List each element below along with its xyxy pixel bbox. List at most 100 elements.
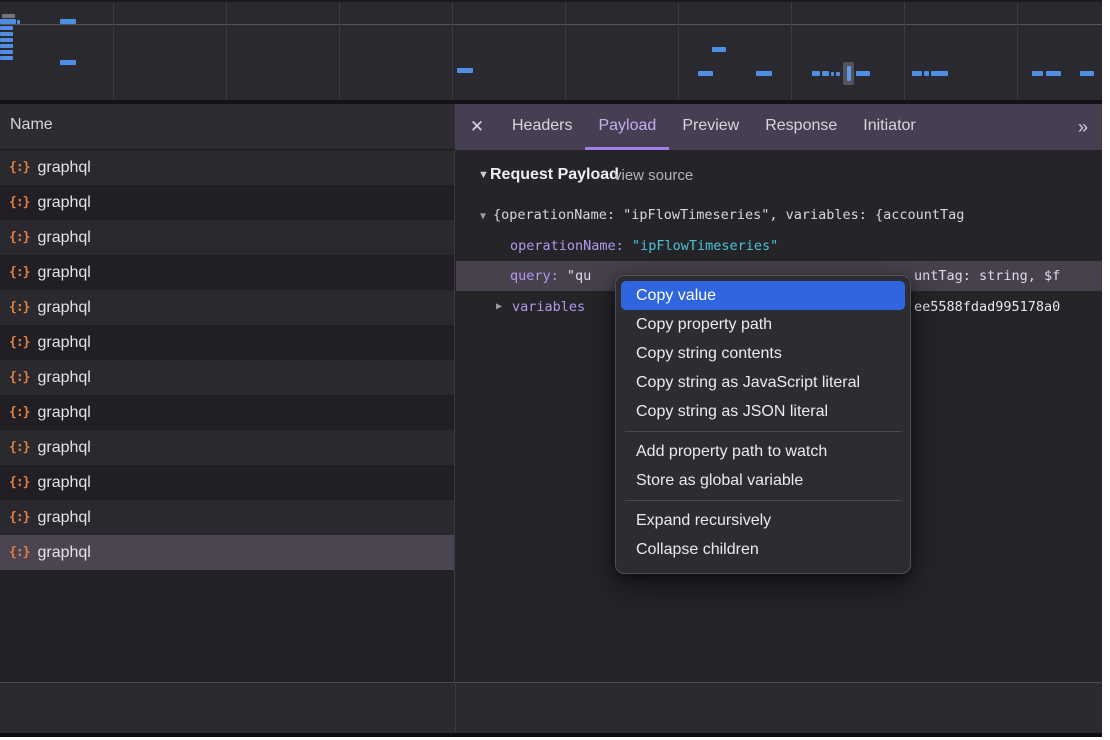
json-braces-icon: {:}	[9, 300, 29, 315]
json-braces-icon: {:}	[9, 475, 29, 490]
json-braces-icon: {:}	[9, 230, 29, 245]
variables-expand-toggle[interactable]: ▶	[496, 301, 502, 312]
table-row[interactable]: {:} graphql	[0, 500, 454, 535]
request-name-label: graphql	[37, 439, 90, 457]
requests-column-header[interactable]: Name	[0, 104, 455, 150]
network-activity-bar	[2, 14, 15, 18]
table-row[interactable]: {:} graphql	[0, 220, 454, 255]
overview-vertical-gridline	[791, 2, 792, 102]
network-activity-bar	[60, 60, 76, 65]
tab-response[interactable]: Response	[752, 104, 850, 150]
overview-vertical-gridline	[452, 2, 453, 102]
detail-tabbar: ✕ HeadersPayloadPreviewResponseInitiator…	[455, 104, 1102, 150]
network-activity-bar	[0, 32, 13, 36]
menu-separator	[625, 431, 901, 432]
window-bottom-edge	[0, 733, 1102, 737]
requests-list: {:} graphql {:} graphql {:} graphql {:} graphql…	[0, 150, 455, 682]
menu-item-expand-recursively[interactable]: Expand recursively	[621, 506, 905, 535]
tab-headers[interactable]: Headers	[499, 104, 585, 150]
network-activity-bar	[812, 71, 820, 76]
table-row[interactable]: {:} graphql	[0, 150, 454, 185]
context-menu: Copy valueCopy property pathCopy string …	[615, 275, 911, 574]
json-braces-icon: {:}	[9, 195, 29, 210]
root-expand-toggle[interactable]: ▼	[480, 211, 486, 222]
menu-item-copy-string-as-json-literal[interactable]: Copy string as JSON literal	[621, 397, 905, 426]
json-braces-icon: {:}	[9, 405, 29, 420]
tab-initiator[interactable]: Initiator	[850, 104, 928, 150]
menu-separator	[625, 500, 901, 501]
request-name-label: graphql	[37, 544, 90, 562]
payload-operationname-row[interactable]: operationName: "ipFlowTimeseries"	[510, 238, 778, 254]
query-key: query:	[510, 268, 559, 284]
network-activity-bar	[1080, 71, 1094, 76]
json-braces-icon: {:}	[9, 510, 29, 525]
operationname-key: operationName:	[510, 238, 624, 254]
network-activity-bar	[831, 72, 834, 76]
payload-root-row[interactable]: ▼{operationName: "ipFlowTimeseries", var…	[480, 207, 1098, 223]
overview-vertical-gridline	[339, 2, 340, 102]
query-value-left: "qu	[567, 268, 591, 284]
table-row[interactable]: {:} graphql	[0, 255, 454, 290]
menu-item-store-as-global-variable[interactable]: Store as global variable	[621, 466, 905, 495]
json-braces-icon: {:}	[9, 440, 29, 455]
variables-key: variables	[512, 299, 585, 315]
network-activity-bar	[60, 19, 76, 24]
view-source-link[interactable]: view source	[614, 167, 693, 184]
network-activity-bar	[756, 71, 772, 76]
request-name-label: graphql	[37, 299, 90, 317]
overview-vertical-gridline	[678, 2, 679, 102]
network-activity-bar	[712, 47, 726, 52]
request-name-label: graphql	[37, 509, 90, 527]
network-activity-bar	[1046, 71, 1061, 76]
network-activity-bar	[1032, 71, 1043, 76]
network-activity-bar	[912, 71, 922, 76]
table-row[interactable]: {:} graphql	[0, 465, 454, 500]
network-activity-bar	[836, 72, 840, 76]
network-activity-bar	[698, 71, 713, 76]
table-row[interactable]: {:} graphql	[0, 430, 454, 465]
json-braces-icon: {:}	[9, 370, 29, 385]
variables-preview-tail: ee5588fdad995178a0	[914, 299, 1060, 315]
network-activity-bar	[17, 20, 20, 24]
network-activity-bar	[931, 71, 948, 76]
menu-item-add-property-path-to-watch[interactable]: Add property path to watch	[621, 437, 905, 466]
network-activity-bar	[924, 71, 929, 76]
table-row[interactable]: {:}graphql	[0, 395, 454, 430]
overview-horizontal-gridline	[0, 24, 1102, 25]
request-name-label: graphql	[37, 369, 90, 387]
request-name-label: graphql	[37, 474, 90, 492]
devtools-screenshot: Name ✕ HeadersPayloadPreviewResponseInit…	[0, 0, 1110, 740]
menu-item-collapse-children[interactable]: Collapse children	[621, 535, 905, 564]
overview-vertical-gridline	[113, 2, 114, 102]
panel-divider	[455, 682, 456, 733]
overview-vertical-gridline	[904, 2, 905, 102]
overview-marker-tick	[847, 66, 851, 81]
table-row[interactable]: {:} graphql	[0, 360, 454, 395]
menu-item-copy-value[interactable]: Copy value	[621, 281, 905, 310]
table-row[interactable]: {:}graphql	[0, 325, 454, 360]
json-braces-icon: {:}	[9, 265, 29, 280]
request-name-label: graphql	[37, 229, 90, 247]
json-braces-icon: {:}	[9, 160, 29, 175]
more-tabs-icon[interactable]: »	[1062, 104, 1102, 150]
network-activity-bar	[822, 71, 829, 76]
table-row[interactable]: {:}graphql	[0, 185, 454, 220]
devtools-window: Name ✕ HeadersPayloadPreviewResponseInit…	[0, 0, 1102, 733]
section-collapse-toggle[interactable]: ▼	[478, 169, 489, 181]
json-braces-icon: {:}	[9, 335, 29, 350]
request-name-label: graphql	[37, 264, 90, 282]
menu-item-copy-string-contents[interactable]: Copy string contents	[621, 339, 905, 368]
menu-item-copy-string-as-javascript-literal[interactable]: Copy string as JavaScript literal	[621, 368, 905, 397]
table-row[interactable]: {:}graphql	[0, 535, 454, 570]
tab-preview[interactable]: Preview	[669, 104, 752, 150]
tab-payload[interactable]: Payload	[585, 104, 669, 150]
tab-list: HeadersPayloadPreviewResponseInitiator	[499, 104, 929, 150]
request-name-label: graphql	[37, 159, 90, 177]
network-activity-bar	[0, 19, 16, 24]
close-icon[interactable]: ✕	[455, 104, 499, 150]
network-overview-timeline[interactable]	[0, 0, 1102, 100]
network-activity-bar	[0, 56, 13, 60]
network-activity-bar	[457, 68, 473, 73]
table-row[interactable]: {:} graphql	[0, 290, 454, 325]
menu-item-copy-property-path[interactable]: Copy property path	[621, 310, 905, 339]
